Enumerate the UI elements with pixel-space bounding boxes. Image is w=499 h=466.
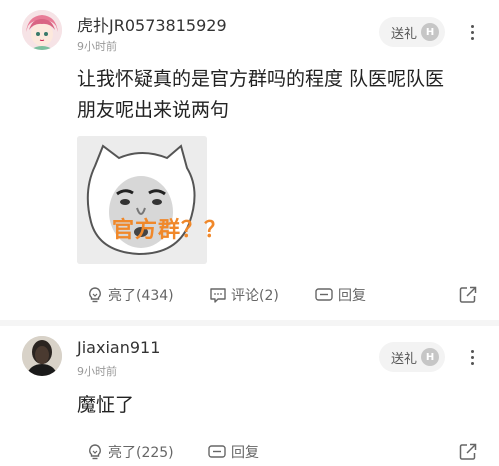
- comment-bubble-icon: [210, 288, 226, 303]
- reply-label: 回复: [338, 288, 366, 304]
- gift-button[interactable]: 送礼 H: [379, 342, 445, 372]
- comment-item: Jiaxian911 9小时前 送礼 H 魔怔了 亮了(225) 回复: [0, 326, 499, 461]
- meme-caption: 官方群？？: [112, 218, 228, 243]
- comment-text-line-1: 让我怀疑真的是官方群吗的程度 队医呢队医: [77, 68, 445, 90]
- more-options-icon[interactable]: [465, 20, 479, 44]
- reply-label: 回复: [231, 445, 259, 461]
- comment-count: 评论(2): [231, 288, 279, 304]
- like-count: 亮了(225): [108, 445, 174, 461]
- comment-text-line-2: 朋友呢出来说两句: [77, 99, 230, 121]
- gift-button[interactable]: 送礼 H: [379, 17, 445, 47]
- timestamp: 9小时前: [77, 40, 117, 53]
- timestamp: 9小时前: [77, 365, 117, 378]
- lightbulb-icon: [89, 287, 101, 303]
- like-count: 亮了(434): [108, 288, 174, 304]
- gift-label: 送礼: [391, 26, 418, 42]
- lightbulb-icon: [89, 444, 101, 460]
- comment-button[interactable]: 评论(2): [209, 282, 279, 308]
- reply-button[interactable]: 回复: [314, 282, 366, 308]
- more-options-icon[interactable]: [465, 345, 479, 369]
- meme-image[interactable]: [77, 136, 207, 264]
- comment-text: 魔怔了: [77, 394, 135, 416]
- like-button[interactable]: 亮了(225): [86, 439, 174, 465]
- anime-avatar-icon: [22, 10, 62, 50]
- external-share-icon: [459, 443, 477, 460]
- reply-button[interactable]: 回复: [207, 439, 259, 465]
- reply-bubble-icon: [208, 445, 226, 458]
- hupu-coin-icon: H: [421, 23, 439, 41]
- username[interactable]: 虎扑JR0573815929: [77, 12, 227, 36]
- panda-face-meme-icon: [77, 136, 207, 264]
- person-avatar-icon: [22, 336, 62, 376]
- share-icon[interactable]: [458, 285, 478, 309]
- share-icon[interactable]: [458, 442, 478, 466]
- username[interactable]: Jiaxian911: [77, 338, 160, 357]
- like-button[interactable]: 亮了(434): [86, 282, 174, 308]
- comment-item: 虎扑JR0573815929 9小时前 送礼 H 让我怀疑真的是官方群吗的程度 …: [0, 0, 499, 320]
- comment-actions: 亮了(434) 评论(2) 回复: [0, 282, 499, 308]
- comment-actions: 亮了(225) 回复: [0, 439, 499, 465]
- avatar[interactable]: [22, 10, 62, 50]
- external-share-icon: [459, 286, 477, 303]
- gift-label: 送礼: [391, 351, 418, 367]
- reply-bubble-icon: [315, 288, 333, 301]
- avatar[interactable]: [22, 336, 62, 376]
- hupu-coin-icon: H: [421, 348, 439, 366]
